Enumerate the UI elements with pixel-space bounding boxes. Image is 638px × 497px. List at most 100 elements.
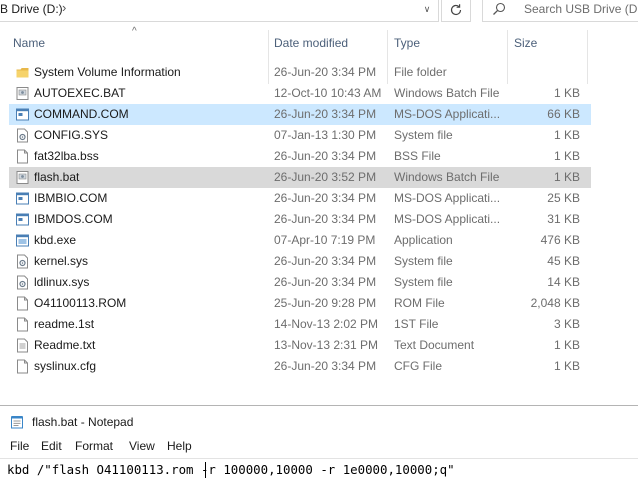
file-type: File folder (394, 65, 447, 79)
explorer-toolbar: B Drive (D:) › ∨ Search USB Drive (D:) (0, 0, 638, 24)
file-row[interactable]: readme.1st 14-Nov-13 2:02 PM 1ST File 3 KB (9, 314, 591, 335)
file-size: 1 KB (553, 170, 580, 184)
file-name: AUTOEXEC.BAT (34, 86, 126, 100)
file-row[interactable]: O41100113.ROM 25-Jun-20 9:28 PM ROM File 2,… (9, 293, 591, 314)
file-size: 1 KB (553, 86, 580, 100)
file-size: 31 KB (547, 212, 580, 226)
file-type: System file (394, 128, 453, 142)
menu-edit[interactable]: Edit (41, 439, 62, 453)
file-date-modified: 26-Jun-20 3:34 PM (274, 191, 377, 205)
notepad-app-icon (11, 416, 23, 429)
file-row[interactable]: IBMDOS.COM 26-Jun-20 3:34 PM MS-DOS Applic… (9, 209, 591, 230)
sort-ascending-icon: ^ (132, 26, 137, 37)
file-type: MS-DOS Applicati... (394, 212, 501, 226)
file-name: O41100113.ROM (34, 296, 127, 310)
file-row[interactable]: flash.bat 26-Jun-20 3:52 PM Windows Batch … (9, 167, 591, 188)
file-date-modified: 26-Jun-20 3:34 PM (274, 254, 377, 268)
file-row[interactable]: System Volume Information 26-Jun-20 3:34 … (9, 62, 591, 83)
file-date-modified: 26-Jun-20 3:52 PM (274, 170, 377, 184)
file-size: 1 KB (553, 149, 580, 163)
notepad-menubar: File Edit Format View Help (0, 437, 638, 457)
notepad-title: flash.bat - Notepad (32, 415, 134, 429)
address-dropdown-icon[interactable]: ∨ (420, 2, 434, 16)
file-name: kbd.exe (34, 233, 77, 247)
address-bar[interactable]: B Drive (D:) › ∨ (0, 0, 439, 22)
file-date-modified: 12-Oct-10 10:43 AM (274, 86, 382, 100)
file-row[interactable]: COMMAND.COM 26-Jun-20 3:34 PM MS-DOS Appli… (9, 104, 591, 125)
file-type: MS-DOS Applicati... (394, 191, 501, 205)
column-header-row: ^ Name Date modified Type Size (0, 26, 638, 84)
file-name: syslinux.cfg (34, 359, 97, 373)
file-size: 1 KB (553, 359, 580, 373)
file-size: 14 KB (547, 275, 580, 289)
file-size: 25 KB (547, 191, 580, 205)
file-date-modified: 07-Jan-13 1:30 PM (274, 128, 377, 142)
notepad-text-area[interactable]: kbd /"flash O41100113.rom -r 100000,1000… (0, 458, 638, 497)
file-name: CONFIG.SYS (34, 128, 109, 142)
file-date-modified: 07-Apr-10 7:19 PM (274, 233, 376, 247)
refresh-button[interactable] (441, 0, 471, 22)
file-row[interactable]: IBMBIO.COM 26-Jun-20 3:34 PM MS-DOS Applic… (9, 188, 591, 209)
search-box[interactable]: Search USB Drive (D:) (482, 0, 638, 22)
file-list: System Volume Information 26-Jun-20 3:34 … (0, 62, 638, 377)
file-name: flash.bat (34, 170, 80, 184)
file-name: IBMDOS.COM (34, 212, 113, 226)
file-type: Application (394, 233, 453, 247)
file-size (514, 62, 580, 83)
menu-file[interactable]: File (10, 439, 29, 453)
file-date-modified: 26-Jun-20 3:34 PM (274, 275, 377, 289)
file-date-modified: 26-Jun-20 3:34 PM (274, 65, 377, 79)
notepad-text-before-caret: kbd /"flash O41100113.rom (7, 462, 194, 477)
file-row[interactable]: kbd.exe 07-Apr-10 7:19 PM Application 476 K… (9, 230, 591, 251)
file-name: IBMBIO.COM (34, 191, 108, 205)
menu-view[interactable]: View (129, 439, 155, 453)
file-type: Windows Batch File (394, 170, 500, 184)
file-date-modified: 26-Jun-20 3:34 PM (274, 149, 377, 163)
column-header-size[interactable]: Size (514, 28, 537, 58)
generic-file-icon (16, 359, 29, 380)
column-header-date[interactable]: Date modified (274, 28, 348, 58)
file-type: BSS File (394, 149, 441, 163)
file-name: fat32lba.bss (34, 149, 99, 163)
notepad-text: kbd /"flash O41100113.rom -r 100000,1000… (7, 462, 455, 477)
search-input[interactable]: Search USB Drive (D:) (524, 2, 638, 16)
file-row[interactable]: Readme.txt 13-Nov-13 2:31 PM Text Document… (9, 335, 591, 356)
file-row[interactable]: kernel.sys 26-Jun-20 3:34 PM System file 45… (9, 251, 591, 272)
file-size: 66 KB (547, 107, 580, 121)
file-row[interactable]: AUTOEXEC.BAT 12-Oct-10 10:43 AM Windows Ba… (9, 83, 591, 104)
notepad-titlebar[interactable]: flash.bat - Notepad (0, 406, 638, 436)
file-size: 1 KB (553, 338, 580, 352)
file-type: 1ST File (394, 317, 439, 331)
file-type: MS-DOS Applicati... (394, 107, 501, 121)
address-text: B Drive (D:) (0, 2, 63, 16)
file-type: Windows Batch File (394, 86, 500, 100)
file-size: 3 KB (553, 317, 580, 331)
file-size: 45 KB (547, 254, 580, 268)
file-name: readme.1st (34, 317, 95, 331)
file-row[interactable]: fat32lba.bss 26-Jun-20 3:34 PM BSS File 1 K… (9, 146, 591, 167)
file-row[interactable]: ldlinux.sys 26-Jun-20 3:34 PM System file 1… (9, 272, 591, 293)
file-date-modified: 26-Jun-20 3:34 PM (274, 212, 377, 226)
file-size: 1 KB (553, 128, 580, 142)
file-date-modified: 25-Jun-20 9:28 PM (274, 296, 377, 310)
text-caret (205, 462, 206, 478)
file-size: 476 KB (540, 233, 580, 247)
file-date-modified: 26-Jun-20 3:34 PM (274, 107, 377, 121)
menu-help[interactable]: Help (167, 439, 192, 453)
column-header-name[interactable]: Name (13, 28, 45, 58)
file-type: System file (394, 275, 453, 289)
file-row[interactable]: CONFIG.SYS 07-Jan-13 1:30 PM System file 1 … (9, 125, 591, 146)
menu-format[interactable]: Format (75, 439, 113, 453)
file-name: kernel.sys (34, 254, 89, 268)
file-name: System Volume Information (34, 65, 181, 79)
file-type: ROM File (394, 296, 445, 310)
file-name: COMMAND.COM (34, 107, 129, 121)
breadcrumb-chevron-icon[interactable]: › (62, 0, 66, 15)
file-type: CFG File (394, 359, 442, 373)
file-name: Readme.txt (34, 338, 96, 352)
notepad-window: flash.bat - Notepad File Edit Format Vie… (0, 405, 638, 497)
file-name: ldlinux.sys (34, 275, 90, 289)
column-header-type[interactable]: Type (394, 28, 420, 58)
file-row[interactable]: syslinux.cfg 26-Jun-20 3:34 PM CFG File 1 K… (9, 356, 591, 377)
file-size: 2,048 KB (530, 296, 580, 310)
